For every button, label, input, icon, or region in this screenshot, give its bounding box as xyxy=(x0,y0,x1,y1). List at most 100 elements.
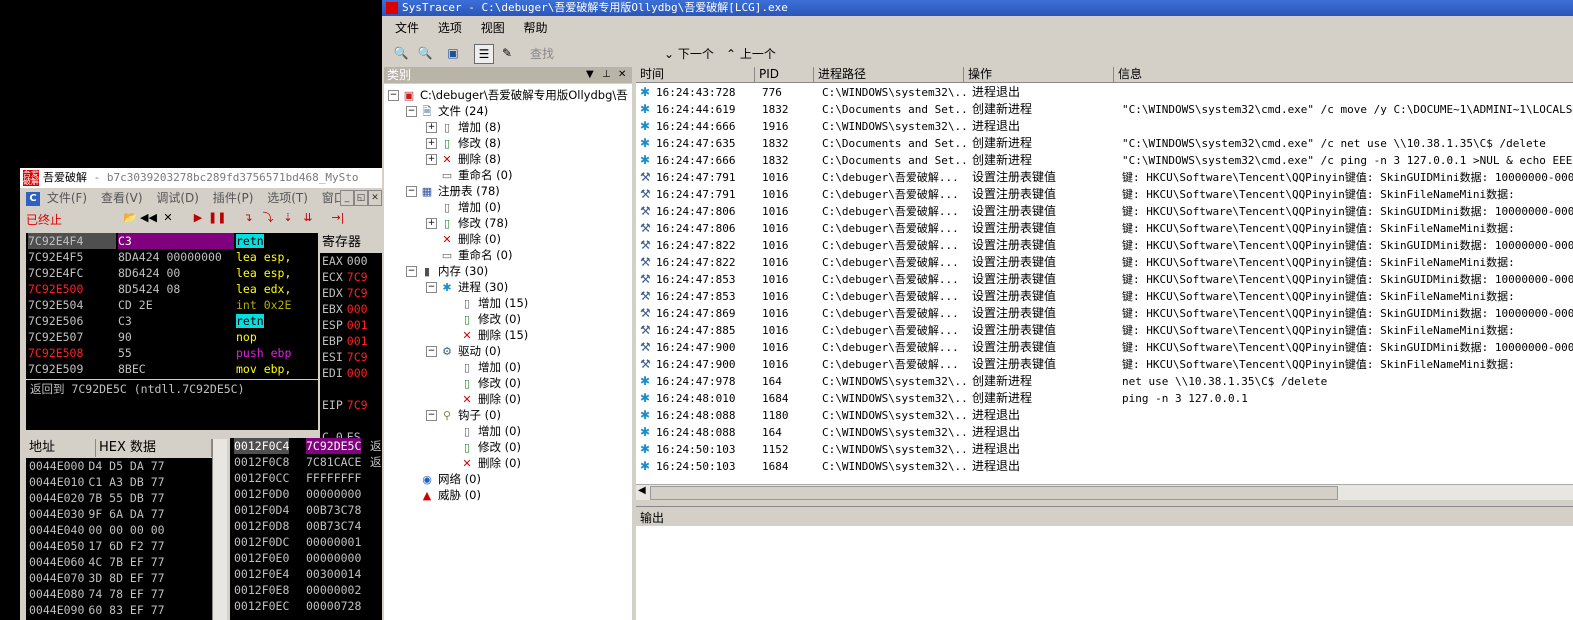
dump-row[interactable]: 0044E000 D4 D5 DA 77 xyxy=(26,458,212,474)
dump-hex-header[interactable]: HEX 数据 xyxy=(96,439,212,457)
register-row[interactable]: EBP 001 xyxy=(320,333,382,349)
tree-node[interactable]: − ✱ 进程 (30) xyxy=(426,279,508,295)
disasm-row[interactable]: 7C92E509 8BEC mov ebp, xyxy=(26,361,318,377)
tree-node[interactable]: +▯增加 (0) xyxy=(446,359,521,375)
menu-file[interactable]: 文件 xyxy=(395,21,419,35)
event-row[interactable]: ✱ 16:24:50:103 1684 C:\WINDOWS\system32\...… xyxy=(636,458,1573,475)
stack-top-row[interactable]: 0012F0C4 7C92DE5C 返 xyxy=(230,438,382,454)
event-row[interactable]: ⚒ 16:24:47:869 1016 C:\debuger\吾爱破解... 设置注册表… xyxy=(636,305,1573,322)
event-row[interactable]: ✱ 16:24:48:088 1180 C:\WINDOWS\system32\...… xyxy=(636,407,1573,424)
find-next-button[interactable]: ⌄ 下一个 xyxy=(664,45,714,62)
ollydbg-title-bar[interactable]: 吾爱 破解 吾爱破解 - b7c3039203278bc289fd3756571bd… xyxy=(20,168,382,188)
find-prev-button[interactable]: ⌃ 上一个 xyxy=(726,45,776,62)
event-row[interactable]: ⚒ 16:24:47:822 1016 C:\debuger\吾爱破解... 设置注册表… xyxy=(636,254,1573,271)
event-row[interactable]: ⚒ 16:24:47:822 1016 C:\debuger\吾爱破解... 设置注册表… xyxy=(636,237,1573,254)
category-tree[interactable]: − ▣ C:\debuger\吾爱破解专用版Ollydbg\吾 − 🗎 文件 (24) + ▯… xyxy=(384,84,632,620)
dump-scrollbar[interactable] xyxy=(212,439,227,620)
event-row[interactable]: ⚒ 16:24:47:900 1016 C:\debuger\吾爱破解... 设置注册表… xyxy=(636,339,1573,356)
expand-icon[interactable]: + xyxy=(426,138,437,149)
stack-row[interactable]: 0012F0EC 00000728 xyxy=(230,598,382,614)
menu-options[interactable]: 选项 xyxy=(438,21,462,35)
event-row[interactable]: ✱ 16:24:44:619 1832 C:\Documents and Set...… xyxy=(636,101,1573,118)
restore-icon[interactable]: ◱ xyxy=(354,190,368,206)
tree-node[interactable]: +▯增加 (15) xyxy=(446,295,528,311)
tree-node[interactable]: − ▣ C:\debuger\吾爱破解专用版Ollydbg\吾 xyxy=(388,87,628,103)
step-over-icon[interactable]: ⤵ xyxy=(260,210,276,226)
event-row[interactable]: ⚒ 16:24:47:885 1016 C:\debuger\吾爱破解... 设置注册表… xyxy=(636,322,1573,339)
tree-node[interactable]: +✕删除 (0) xyxy=(446,391,521,407)
tree-node[interactable]: − ⚲ 钩子 (0) xyxy=(426,407,501,423)
event-row[interactable]: ✱ 16:24:43:728 776 C:\WINDOWS\system32\... 进… xyxy=(636,84,1573,101)
collapse-icon[interactable]: − xyxy=(426,410,437,421)
tree-node[interactable]: +▲威胁 (0) xyxy=(406,487,481,503)
tree-node[interactable]: +▯修改 (0) xyxy=(446,311,521,327)
dump-row[interactable]: 0044E070 3D 8D EF 77 xyxy=(26,570,212,586)
stack-row[interactable]: 0012F0E8 00000002 xyxy=(230,582,382,598)
tree-node[interactable]: +▯增加 (0) xyxy=(426,199,501,215)
tree-node[interactable]: +▭重命名 (0) xyxy=(426,247,513,263)
dump-row[interactable]: 0044E090 60 83 EF 77 xyxy=(26,602,212,618)
stop-scan-icon[interactable]: 🔍 xyxy=(416,44,434,62)
register-row[interactable]: EAX 000 xyxy=(320,253,382,269)
event-row[interactable]: ✱ 16:24:44:666 1916 C:\WINDOWS\system32\...… xyxy=(636,118,1573,135)
menu-view[interactable]: 视图 xyxy=(481,21,505,35)
register-row[interactable]: ESI 7C9 xyxy=(320,349,382,365)
tree-node[interactable]: +▯增加 (0) xyxy=(446,423,521,439)
tree-node[interactable]: +✕删除 (0) xyxy=(426,231,501,247)
disasm-row[interactable]: 7C92E506 C3 retn xyxy=(26,313,318,329)
open-icon[interactable]: 📂 xyxy=(122,210,138,226)
panel-menu-icon[interactable]: ▼ xyxy=(586,67,594,83)
execute-till-return-icon[interactable]: →| xyxy=(330,210,346,226)
panel-pin-icon[interactable]: ⊥ xyxy=(602,67,611,83)
stack-row[interactable]: 0012F0E0 00000000 xyxy=(230,550,382,566)
systracer-title-bar[interactable]: SysTracer - C:\debuger\吾爱破解专用版Ollydbg\吾爱… xyxy=(382,0,1573,16)
trace-into-icon[interactable]: ⇣ xyxy=(280,210,296,226)
tree-node[interactable]: + ▯ 修改 (8) xyxy=(426,135,501,151)
register-row[interactable]: EBX 000 xyxy=(320,301,382,317)
event-row[interactable]: ⚒ 16:24:47:791 1016 C:\debuger\吾爱破解... 设置注册表… xyxy=(636,169,1573,186)
menu-plugins[interactable]: 插件(P) xyxy=(213,191,254,205)
filter-icon[interactable]: ✎ xyxy=(498,44,516,62)
details-view-icon[interactable]: ☰ xyxy=(474,44,494,64)
register-row[interactable] xyxy=(320,413,382,429)
col-path[interactable]: 进程路径 xyxy=(814,67,964,82)
snapshot-icon[interactable]: ▣ xyxy=(444,44,462,62)
pause-icon[interactable]: ❚❚ xyxy=(208,210,226,226)
restart-icon[interactable]: ◀◀ xyxy=(140,210,157,226)
col-time[interactable]: 时间 xyxy=(636,67,755,82)
tree-node[interactable]: +✕删除 (15) xyxy=(446,327,528,343)
event-row[interactable]: ✱ 16:24:48:088 164 C:\WINDOWS\system32\... 进… xyxy=(636,424,1573,441)
cpu-disassembly-pane[interactable]: 7C92E4F4 C3 retn 7C92E4F5 8DA424 00000000 lea… xyxy=(26,233,318,379)
scan-icon[interactable]: 🔍 xyxy=(392,44,410,62)
output-panel[interactable] xyxy=(636,526,1573,620)
panel-close-icon[interactable]: ✕ xyxy=(618,67,626,83)
menu-view[interactable]: 查看(V) xyxy=(101,191,143,205)
expand-icon[interactable]: + xyxy=(426,218,437,229)
register-row[interactable]: ESP 001 xyxy=(320,317,382,333)
disasm-row[interactable]: 7C92E500 8D5424 08 lea edx, xyxy=(26,281,318,297)
event-row[interactable]: ✱ 16:24:50:103 1152 C:\WINDOWS\system32\...… xyxy=(636,441,1573,458)
registers-pane[interactable]: 寄存器 EAX 000 ECX 7C9 EDX 7C9 EBX 000 ESP 001 EBP 001… xyxy=(320,233,382,443)
disasm-row[interactable]: 7C92E4F4 C3 retn xyxy=(26,233,318,249)
dump-addr-header[interactable]: 地址 xyxy=(26,439,96,457)
disasm-row[interactable]: 7C92E4F5 8DA424 00000000 lea esp, xyxy=(26,249,318,265)
expand-icon[interactable]: + xyxy=(426,122,437,133)
run-icon[interactable]: ▶ xyxy=(190,210,206,226)
dump-row[interactable]: 0044E050 17 6D F2 77 xyxy=(26,538,212,554)
memory-dump-pane[interactable]: 0044E000 D4 D5 DA 77 0044E010 C1 A3 DB 77 00… xyxy=(26,458,212,620)
stack-row[interactable]: 0012F0CC FFFFFFFF xyxy=(230,470,382,486)
close-debug-icon[interactable]: ✕ xyxy=(160,210,176,226)
event-row[interactable]: ⚒ 16:24:47:791 1016 C:\debuger\吾爱破解... 设置注册表… xyxy=(636,186,1573,203)
disasm-row[interactable]: 7C92E508 55 push ebp xyxy=(26,345,318,361)
event-row[interactable]: ✱ 16:24:47:635 1832 C:\Documents and Set...… xyxy=(636,135,1573,152)
disasm-row[interactable]: 7C92E4FC 8D6424 00 lea esp, xyxy=(26,265,318,281)
col-operation[interactable]: 操作 xyxy=(964,67,1114,82)
tree-node[interactable]: − ▦ 注册表 (78) xyxy=(406,183,500,199)
step-into-icon[interactable]: ↴ xyxy=(240,210,256,226)
tree-node[interactable]: + ▯ 修改 (78) xyxy=(426,215,508,231)
stack-row[interactable]: 0012F0C8 7C81CACE 返 xyxy=(230,454,382,470)
event-list[interactable]: 时间 PID 进程路径 操作 信息 ✱ 16:24:43:728 776 C:\WIN… xyxy=(636,67,1573,499)
collapse-icon[interactable]: − xyxy=(406,106,417,117)
menu-debug[interactable]: 调试(D) xyxy=(156,191,199,205)
dump-row[interactable]: 0044E080 74 78 EF 77 xyxy=(26,586,212,602)
